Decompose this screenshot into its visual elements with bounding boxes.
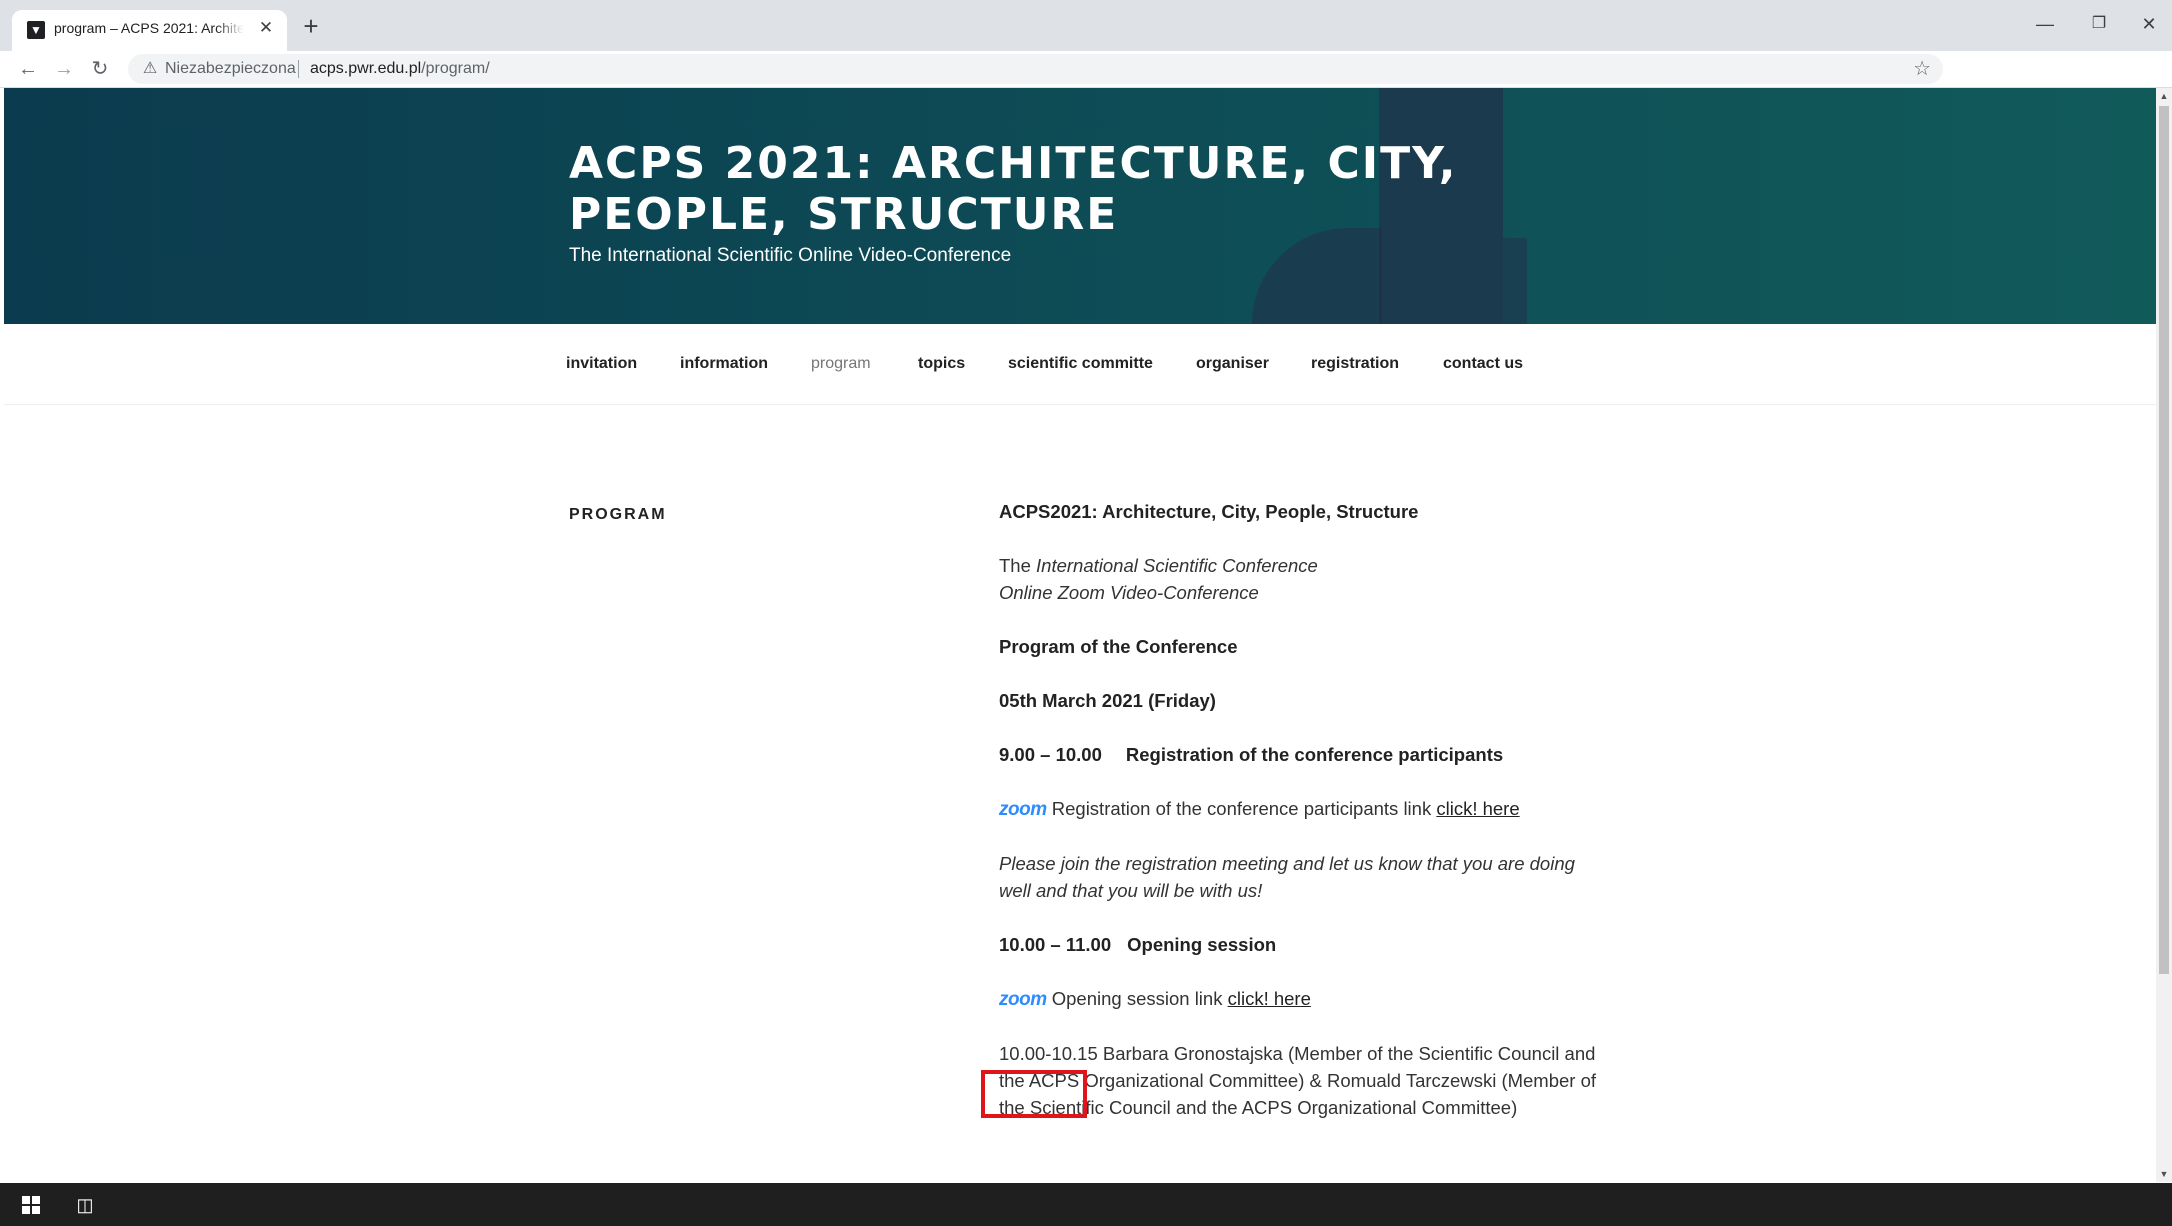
header-dome-graphic (1252, 228, 1382, 324)
browser-tab[interactable]: ▼ program – ACPS 2021: Architecture ✕ (12, 10, 287, 51)
nav-item-topics[interactable]: topics (918, 355, 965, 373)
main-navigation: invitation information program topics sc… (4, 324, 2156, 405)
highlight-box (981, 1070, 1087, 1118)
session-title: Opening session (1127, 934, 1277, 955)
reload-icon[interactable]: ↻ (86, 56, 114, 84)
intro-line-1: International Scientific Conference (1036, 555, 1318, 576)
speakers-text: 10.00-10.15 Barbara Gronostajska (Member… (999, 1043, 1597, 1118)
url-path: /program/ (421, 60, 490, 77)
nav-item-registration[interactable]: registration (1311, 355, 1399, 373)
windows-taskbar: ◫ (0, 1183, 2172, 1226)
task-view-icon[interactable]: ◫ (72, 1192, 98, 1218)
session-time: 10.00 – 11.00 (999, 934, 1112, 955)
entry-content: ACPS2021: Architecture, City, People, St… (999, 498, 1599, 1148)
scroll-down-icon[interactable]: ▼ (2156, 1166, 2172, 1182)
registration-link-text: Registration of the conference participa… (1051, 798, 1437, 819)
zoom-logo-icon: zoom (999, 989, 1047, 1010)
nav-item-program[interactable]: program (811, 355, 871, 373)
address-bar[interactable]: ⚠ Niezabezpieczona acps.pwr.edu.pl/progr… (128, 54, 1943, 84)
url-host: acps.pwr.edu.pl (310, 60, 422, 77)
security-label[interactable]: Niezabezpieczona (165, 60, 296, 78)
opening-click-here-link[interactable]: click! here (1228, 988, 1311, 1009)
nav-item-scientific-committe[interactable]: scientific committe (1008, 355, 1153, 373)
opening-link-text: Opening session link (1051, 988, 1228, 1009)
minimize-icon[interactable]: — (2022, 8, 2068, 40)
intro-line-2: Online Zoom Video-Conference (999, 582, 1259, 603)
session-opening: 10.00 – 11.00 Opening session (999, 931, 1599, 958)
site-title[interactable]: ACPS 2021: ARCHITECTURE, CITY, PEOPLE, S… (569, 138, 1669, 240)
nav-item-invitation[interactable]: invitation (566, 355, 637, 373)
windows-start-icon[interactable] (22, 1196, 40, 1214)
intro-prefix: The (999, 555, 1037, 576)
header-tower-graphic (1503, 238, 1527, 324)
tab-strip: ▼ program – ACPS 2021: Architecture ✕ + … (0, 0, 2172, 51)
opening-link-row: zoom Opening session link click! here (999, 985, 1599, 1013)
conference-date: 05th March 2021 (Friday) (999, 690, 1216, 711)
url-text[interactable]: acps.pwr.edu.pl/program/ (310, 60, 490, 78)
program-of-conference: Program of the Conference (999, 636, 1238, 657)
registration-click-here-link[interactable]: click! here (1436, 798, 1519, 819)
browser-toolbar: ← → ↻ ⚠ Niezabezpieczona acps.pwr.edu.pl… (0, 51, 2172, 88)
nav-item-organiser[interactable]: organiser (1196, 355, 1269, 373)
zoom-logo-icon: zoom (999, 799, 1047, 820)
scrollbar-thumb[interactable] (2159, 106, 2169, 974)
page-viewport: ACPS 2021: ARCHITECTURE, CITY, PEOPLE, S… (4, 88, 2156, 1182)
registration-link-row: zoom Registration of the conference part… (999, 795, 1599, 823)
address-separator (298, 60, 299, 78)
session-title: Registration of the conference participa… (1125, 744, 1504, 765)
site-header: ACPS 2021: ARCHITECTURE, CITY, PEOPLE, S… (4, 88, 2156, 324)
restore-icon[interactable]: ❐ (2076, 8, 2122, 40)
forward-icon[interactable]: → (50, 56, 78, 84)
intro-text: The International Scientific Conference O… (999, 552, 1599, 606)
nav-item-contact-us[interactable]: contact us (1443, 355, 1523, 373)
new-tab-button[interactable]: + (296, 12, 326, 42)
session-registration: 9.00 – 10.00 Registration of the conferen… (999, 741, 1599, 768)
window-close-icon[interactable]: ✕ (2126, 8, 2172, 40)
page-scrollbar[interactable]: ▲ ▼ (2156, 88, 2172, 1182)
page-title: PROGRAM (569, 506, 667, 523)
tab-close-icon[interactable]: ✕ (255, 17, 277, 39)
registration-note: Please join the registration meeting and… (999, 853, 1575, 901)
warning-icon[interactable]: ⚠ (140, 59, 160, 79)
site-favicon-icon: ▼ (27, 21, 45, 39)
nav-item-information[interactable]: information (680, 355, 768, 373)
bookmark-star-icon[interactable]: ☆ (1913, 57, 1931, 81)
back-icon[interactable]: ← (14, 56, 42, 84)
tab-title: program – ACPS 2021: Architecture (54, 20, 244, 36)
program-heading: ACPS2021: Architecture, City, People, St… (999, 501, 1419, 522)
site-description: The International Scientific Online Vide… (569, 245, 1012, 266)
session-time: 9.00 – 10.00 (999, 744, 1102, 765)
scroll-up-icon[interactable]: ▲ (2156, 88, 2172, 104)
